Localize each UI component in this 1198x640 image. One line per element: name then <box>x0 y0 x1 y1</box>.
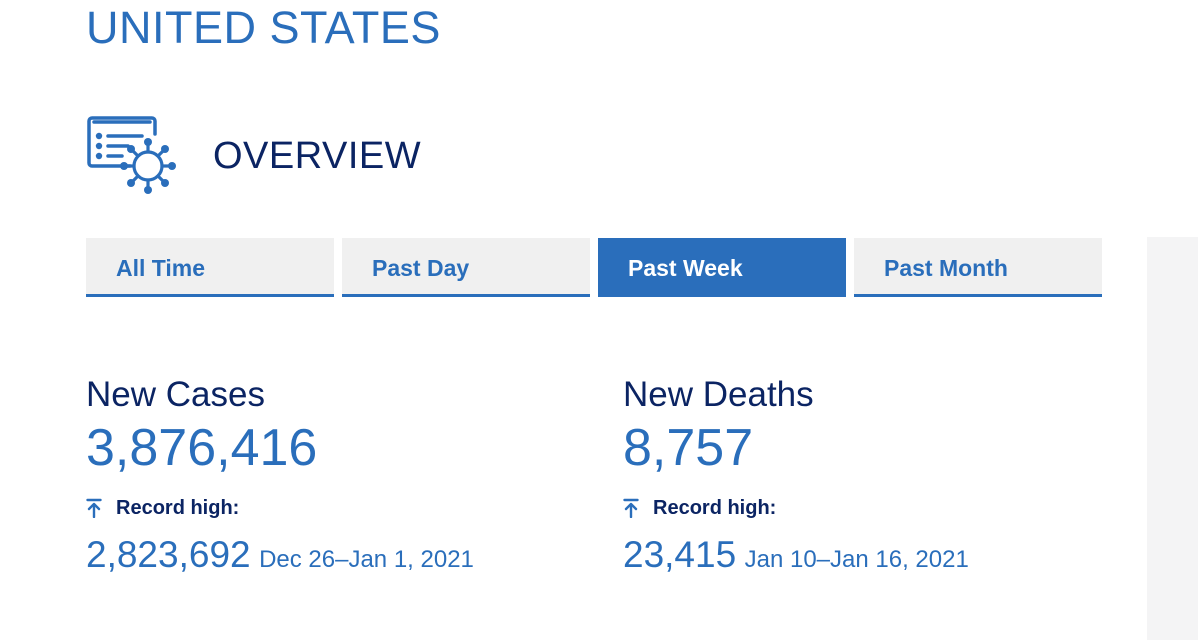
page: UNITED STATES OVERVIEW All Time Past Day… <box>0 0 1198 640</box>
new-cases-stat: New Cases 3,876,416 Record high: 2,823,6… <box>86 374 566 576</box>
tab-past-day[interactable]: Past Day <box>342 238 590 297</box>
tab-label: Past Week <box>628 255 743 281</box>
new-deaths-record: 23,415 Jan 10–Jan 16, 2021 <box>623 534 1103 576</box>
new-deaths-record-label: Record high: <box>653 496 777 519</box>
overview-header: OVERVIEW <box>86 114 421 198</box>
tab-label: Past Month <box>884 255 1008 281</box>
side-panel <box>1147 237 1198 640</box>
new-cases-record-row: Record high: <box>86 496 566 520</box>
new-deaths-record-row: Record high: <box>623 496 1103 520</box>
country-title: UNITED STATES <box>86 2 441 53</box>
tab-past-month[interactable]: Past Month <box>854 238 1102 297</box>
new-deaths-record-value: 23,415 <box>623 534 737 575</box>
tab-past-week[interactable]: Past Week <box>598 238 846 297</box>
tab-label: Past Day <box>372 255 470 281</box>
period-tabs: All Time Past Day Past Week Past Month <box>86 238 1102 298</box>
new-cases-record-date: Dec 26–Jan 1, 2021 <box>259 546 474 573</box>
new-cases-record-label: Record high: <box>116 496 240 519</box>
new-deaths-label: New Deaths <box>623 375 814 414</box>
new-cases-label: New Cases <box>86 375 265 414</box>
new-cases-record: 2,823,692 Dec 26–Jan 1, 2021 <box>86 534 566 576</box>
new-deaths-stat: New Deaths 8,757 Record high: 23,415 Jan… <box>623 374 1103 576</box>
arrow-up-to-bar-icon <box>623 498 639 518</box>
tab-all-time[interactable]: All Time <box>86 238 334 297</box>
tab-label: All Time <box>116 255 206 281</box>
new-deaths-record-date: Jan 10–Jan 16, 2021 <box>744 546 969 573</box>
new-deaths-value: 8,757 <box>623 419 754 477</box>
new-cases-record-value: 2,823,692 <box>86 534 251 575</box>
arrow-up-to-bar-icon <box>86 498 102 518</box>
new-cases-value: 3,876,416 <box>86 419 318 477</box>
overview-title: OVERVIEW <box>213 134 422 177</box>
dashboard-virus-icon <box>87 116 176 194</box>
